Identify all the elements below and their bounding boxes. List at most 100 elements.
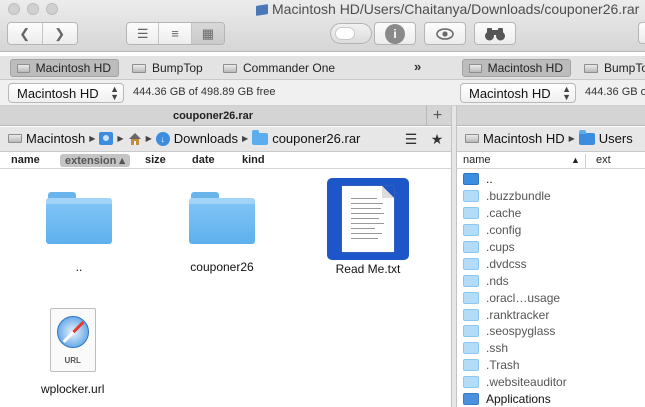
- chevron-right-icon: ▶: [145, 134, 152, 143]
- column-date[interactable]: date: [192, 154, 215, 166]
- favorites-button[interactable]: ★: [429, 131, 445, 148]
- info-icon: i: [385, 23, 405, 44]
- file-item-parent[interactable]: ..: [46, 192, 112, 274]
- folder-icon: [252, 129, 269, 145]
- hard-drive-icon: [465, 134, 479, 143]
- find-button[interactable]: [474, 22, 516, 45]
- folder-icon: [463, 224, 479, 237]
- list-item[interactable]: .nds: [463, 272, 645, 289]
- left-drive-select[interactable]: Macintosh HD ▲ ▼: [8, 83, 124, 103]
- device-bumptop-left[interactable]: BumpTop: [126, 59, 210, 77]
- column-name[interactable]: name: [11, 154, 40, 166]
- chevron-right-icon: ❯: [54, 25, 66, 41]
- folder-icon: [463, 274, 479, 287]
- column-extension[interactable]: extension ▴: [60, 154, 130, 167]
- chevron-right-icon: ▶: [242, 134, 249, 143]
- toggle-knob: [335, 27, 355, 40]
- file-item-wplocker[interactable]: URL wplocker.url: [41, 308, 104, 396]
- hard-drive-icon: [223, 63, 237, 73]
- chevron-right-icon: ▶: [89, 134, 96, 143]
- file-item-read-me[interactable]: Read Me.txt: [327, 178, 409, 276]
- list-item[interactable]: Applications: [463, 391, 645, 407]
- forward-button[interactable]: ❯: [42, 23, 77, 44]
- pane-divider[interactable]: [451, 106, 457, 407]
- more-devices-button[interactable]: »: [414, 59, 421, 74]
- folder-icon: [189, 192, 255, 244]
- binoculars-icon: [485, 27, 505, 40]
- folder-icon: [463, 342, 479, 355]
- device-commander-one[interactable]: Commander One: [217, 59, 342, 77]
- device-bumptop-right[interactable]: BumpTop: [578, 59, 645, 77]
- left-column-header: name extension ▴ size date kind: [0, 153, 451, 169]
- devices-bar: Macintosh HD BumpTop Commander One » Mac…: [0, 56, 645, 80]
- right-column-header: name ▲ ext: [457, 153, 645, 169]
- parent-folder-icon: [463, 173, 479, 186]
- right-drive-select[interactable]: Macintosh HD ▲ ▼: [460, 83, 576, 103]
- detail-view-button[interactable]: ≡: [159, 23, 192, 44]
- drive-selector-row: Macintosh HD ▲ ▼ 444.36 GB of 498.89 GB f…: [0, 80, 645, 106]
- column-ext[interactable]: ext: [596, 154, 611, 166]
- add-tab-button[interactable]: +: [426, 106, 448, 126]
- info-button[interactable]: i: [374, 22, 416, 45]
- list-item[interactable]: .cache: [463, 205, 645, 222]
- star-icon: ★: [430, 131, 444, 147]
- device-macintosh-hd-right[interactable]: Macintosh HD: [462, 59, 571, 77]
- list-item[interactable]: .cups: [463, 239, 645, 256]
- list-options-button[interactable]: ☰: [403, 131, 419, 148]
- minimize-window-button[interactable]: [27, 3, 39, 15]
- url-file-icon: URL: [48, 308, 98, 372]
- chevron-updown-icon: ▲ ▼: [562, 84, 571, 102]
- file-item-label: couponer26: [190, 260, 254, 274]
- breadcrumb-item-couponer26[interactable]: couponer26.rar: [272, 131, 360, 146]
- chevron-updown-icon: ▲ ▼: [110, 84, 119, 102]
- sort-ascending-icon[interactable]: ▲: [571, 155, 580, 165]
- quick-look-button[interactable]: [424, 22, 466, 45]
- folder-icon: [463, 257, 479, 270]
- list-item[interactable]: ..: [463, 171, 645, 188]
- list-item[interactable]: .websiteauditor: [463, 374, 645, 391]
- column-size[interactable]: size: [145, 154, 166, 166]
- list-view-button[interactable]: ☰: [127, 23, 160, 44]
- back-button[interactable]: ❮: [8, 23, 43, 44]
- hard-drive-icon: [132, 63, 146, 73]
- file-item-couponer26[interactable]: couponer26: [189, 192, 255, 274]
- archive-button[interactable]: [638, 22, 645, 44]
- folder-icon: [463, 190, 479, 203]
- icon-view-button[interactable]: ▦: [191, 23, 224, 44]
- column-kind[interactable]: kind: [242, 154, 265, 166]
- eye-icon: [436, 27, 454, 40]
- icon-view-icon: ▦: [201, 25, 214, 41]
- column-name-right[interactable]: name: [463, 154, 491, 166]
- path-bar: Macintosh ▶ ▶ ▶ ↓ Downloads ▶ couponer26…: [0, 127, 645, 152]
- list-item[interactable]: .oracl…usage: [463, 289, 645, 306]
- breadcrumb-right: Macintosh HD ▶ Users: [465, 129, 633, 146]
- user-folder-icon[interactable]: [99, 132, 114, 145]
- tab-couponer26[interactable]: couponer26.rar: [0, 106, 426, 126]
- list-item[interactable]: .ssh: [463, 340, 645, 357]
- history-nav: ❮ ❯: [7, 22, 78, 45]
- window-title: Macintosh HD/Users/Chaitanya/Downloads/c…: [256, 1, 639, 17]
- window-toolbar: Macintosh HD/Users/Chaitanya/Downloads/c…: [0, 0, 645, 52]
- breadcrumb-item-macintosh-hd[interactable]: Macintosh HD: [483, 131, 565, 146]
- breadcrumb-item-downloads[interactable]: Downloads: [174, 131, 238, 146]
- list-item[interactable]: .buzzbundle: [463, 188, 645, 205]
- home-icon[interactable]: [128, 132, 142, 145]
- device-macintosh-hd-left[interactable]: Macintosh HD: [10, 59, 119, 77]
- view-mode-switch: ☰ ≡ ▦: [126, 22, 225, 45]
- folder-icon: [46, 192, 112, 244]
- list-item[interactable]: .seospyglass: [463, 323, 645, 340]
- breadcrumb-item-macintosh[interactable]: Macintosh: [26, 131, 85, 146]
- hard-drive-icon: [17, 63, 30, 73]
- list-item[interactable]: .dvdcss: [463, 255, 645, 272]
- left-free-space: 444.36 GB of 498.89 GB free: [133, 86, 276, 98]
- list-item[interactable]: .Trash: [463, 357, 645, 374]
- column-divider: [585, 154, 586, 168]
- zoom-window-button[interactable]: [46, 3, 58, 15]
- list-item[interactable]: .ranktracker: [463, 306, 645, 323]
- hidden-files-toggle[interactable]: [330, 23, 372, 44]
- folder-icon: [463, 241, 479, 253]
- close-window-button[interactable]: [8, 3, 20, 15]
- list-item[interactable]: .config: [463, 222, 645, 239]
- breadcrumb-item-users[interactable]: Users: [599, 131, 633, 146]
- folder-icon: [463, 359, 479, 372]
